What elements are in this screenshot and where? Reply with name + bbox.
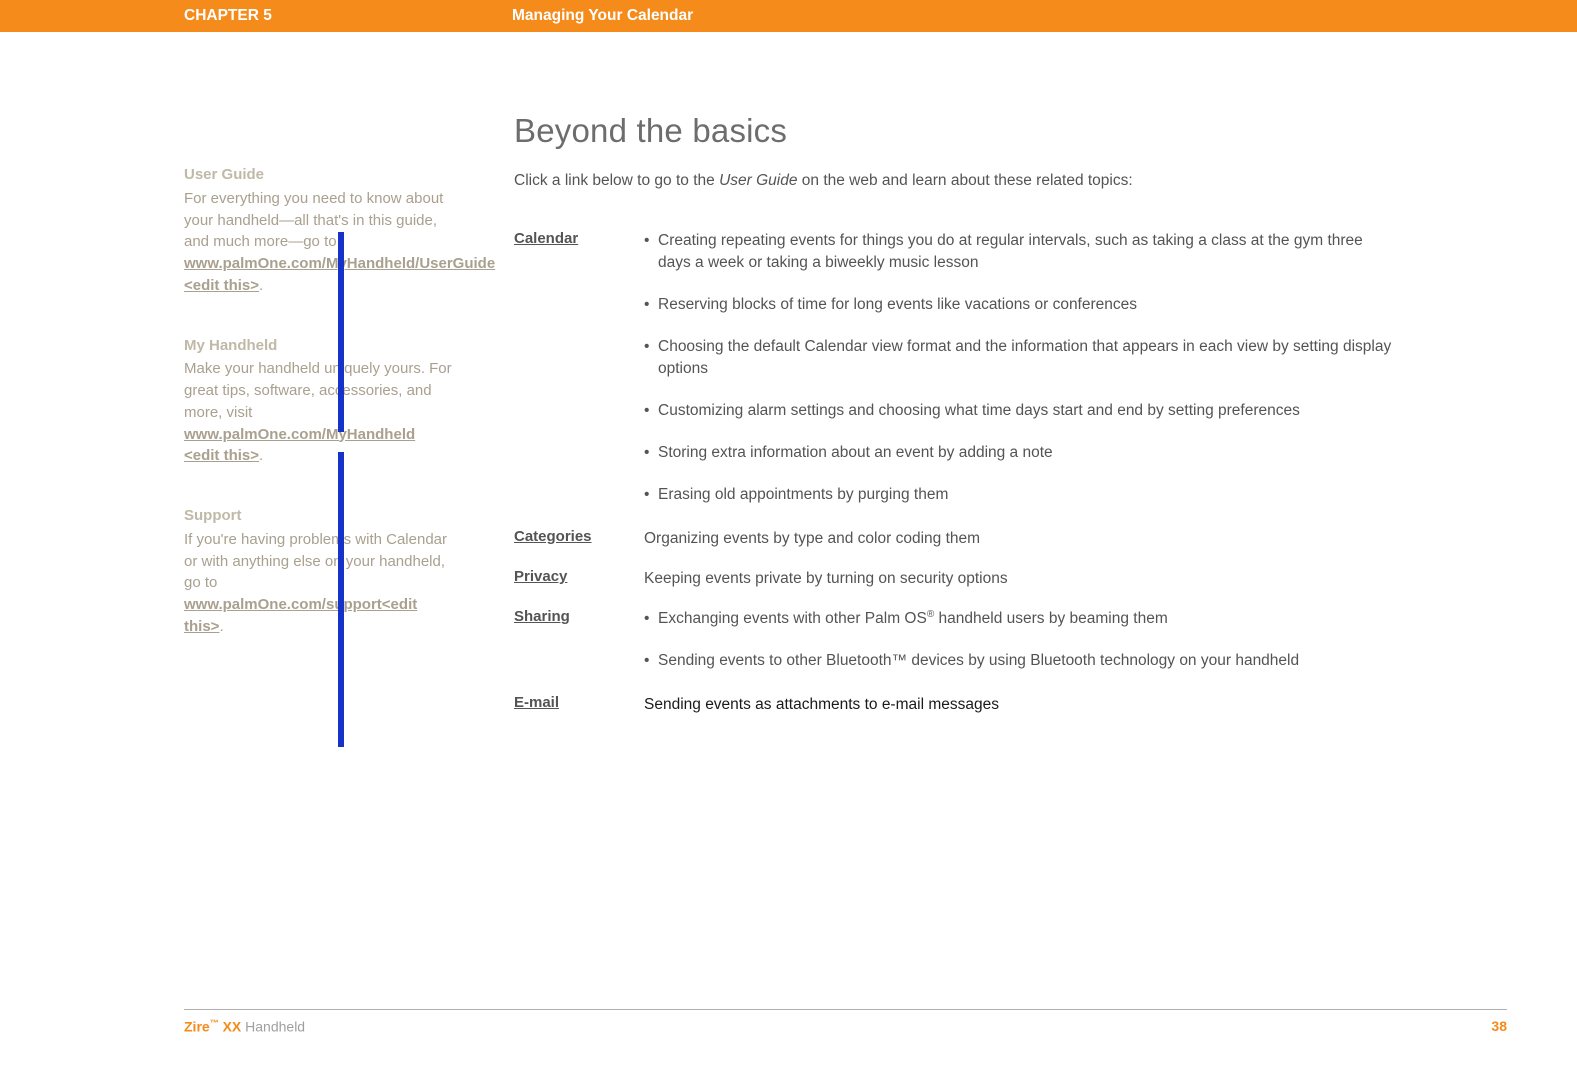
sidebar-support: Support If you're having problems with C…	[184, 505, 454, 638]
list-item: Exchanging events with other Palm OS® ha…	[644, 608, 1393, 630]
sharing-text-pre: Exchanging events with other Palm OS	[658, 610, 927, 627]
sidebar-heading-user-guide: User Guide	[184, 164, 454, 186]
revision-bar-icon	[338, 452, 344, 747]
topic-body: Keeping events private by turning on sec…	[644, 568, 1393, 594]
sidebar: User Guide For everything you need to kn…	[184, 112, 454, 734]
list-item: Sending events to other Bluetooth™ devic…	[644, 650, 1393, 672]
page-footer: Zire™ XX Handheld 38	[184, 1009, 1507, 1035]
sidebar-heading-my-handheld: My Handheld	[184, 335, 454, 357]
sidebar-text: .	[259, 447, 263, 464]
sidebar-text: Make your handheld uniquely yours. For g…	[184, 360, 452, 421]
topic-label-email: E-mail	[514, 694, 644, 720]
topic-link-email[interactable]: E-mail	[514, 694, 559, 711]
revision-bar-icon	[338, 608, 344, 700]
footer-suffix: Handheld	[241, 1019, 305, 1035]
topic-privacy: Privacy Keeping events private by turnin…	[514, 568, 1393, 594]
topic-label-calendar: Calendar	[514, 230, 644, 514]
topic-body: Sending events as attachments to e-mail …	[644, 694, 1393, 720]
list-item: Reserving blocks of time for long events…	[644, 294, 1393, 316]
list-item: Customizing alarm settings and choosing …	[644, 400, 1393, 422]
sidebar-text: .	[219, 618, 223, 635]
topic-link-categories[interactable]: Categories	[514, 528, 592, 545]
list-item: Storing extra information about an event…	[644, 442, 1393, 464]
topic-body: Exchanging events with other Palm OS® ha…	[644, 608, 1393, 680]
topic-sharing: Sharing Exchanging events with other Pal…	[514, 608, 1393, 680]
revision-bar-icon	[338, 528, 344, 550]
topic-label-privacy: Privacy	[514, 568, 644, 594]
sidebar-heading-support: Support	[184, 505, 454, 527]
page-title: Beyond the basics	[514, 112, 1393, 150]
footer-brand: Zire	[184, 1019, 210, 1035]
chapter-label: CHAPTER 5	[184, 7, 512, 25]
sidebar-user-guide: User Guide For everything you need to kn…	[184, 164, 454, 297]
trademark-icon: ™	[210, 1018, 219, 1028]
sidebar-link-my-handheld[interactable]: www.palmOne.com/MyHandheld <edit this>	[184, 426, 415, 465]
topic-label-categories: Categories	[514, 528, 644, 554]
topic-body: Creating repeating events for things you…	[644, 230, 1393, 514]
footer-product: Zire™ XX Handheld	[184, 1018, 305, 1035]
topic-link-calendar[interactable]: Calendar	[514, 230, 578, 247]
list-item: Erasing old appointments by purging them	[644, 484, 1393, 506]
topic-text: Keeping events private by turning on sec…	[644, 568, 1393, 590]
topic-categories: Categories Organizing events by type and…	[514, 528, 1393, 554]
topic-email: E-mail Sending events as attachments to …	[514, 694, 1393, 720]
intro-em: User Guide	[719, 172, 797, 189]
topic-text: Sending events as attachments to e-mail …	[644, 694, 1393, 716]
topic-calendar: Calendar Creating repeating events for t…	[514, 230, 1393, 514]
chapter-header: CHAPTER 5 Managing Your Calendar	[0, 0, 1577, 32]
list-item: Creating repeating events for things you…	[644, 230, 1393, 274]
revision-bar-icon	[338, 568, 344, 590]
page-number: 38	[1491, 1018, 1507, 1035]
sidebar-text: For everything you need to know about yo…	[184, 190, 443, 251]
topic-body: Organizing events by type and color codi…	[644, 528, 1393, 554]
revision-bar-icon	[338, 232, 344, 432]
topic-text: Organizing events by type and color codi…	[644, 528, 1393, 550]
sidebar-text: If you're having problems with Calendar …	[184, 531, 447, 592]
topic-label-sharing: Sharing	[514, 608, 644, 680]
intro-pre: Click a link below to go to the	[514, 172, 719, 189]
main-content: Beyond the basics Click a link below to …	[514, 112, 1393, 734]
topic-link-privacy[interactable]: Privacy	[514, 568, 567, 585]
intro-post: on the web and learn about these related…	[797, 172, 1132, 189]
topic-link-sharing[interactable]: Sharing	[514, 608, 570, 625]
sidebar-text: .	[259, 277, 263, 294]
chapter-title: Managing Your Calendar	[512, 7, 693, 25]
sharing-text-post: handheld users by beaming them	[934, 610, 1168, 627]
sidebar-my-handheld: My Handheld Make your handheld uniquely …	[184, 335, 454, 468]
intro-text: Click a link below to go to the User Gui…	[514, 172, 1393, 190]
list-item: Choosing the default Calendar view forma…	[644, 336, 1393, 380]
footer-model: XX	[219, 1019, 242, 1035]
